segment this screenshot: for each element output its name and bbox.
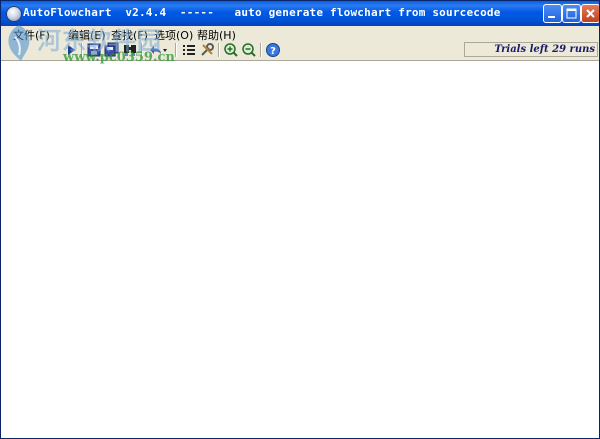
zoom-out-button[interactable]: [241, 42, 257, 58]
toolbar-separator: [175, 43, 177, 57]
toolbar-separator: [218, 43, 220, 57]
find-icon: [124, 45, 136, 56]
app-icon[interactable]: [6, 6, 22, 22]
trial-status-panel: Trials left 29 runs: [464, 42, 598, 57]
run-button[interactable]: [63, 42, 79, 58]
svg-text:?: ?: [270, 46, 276, 57]
minimize-icon: [548, 16, 555, 18]
trial-status: Trials left 29 runs: [494, 44, 595, 55]
zoom-in-icon: [224, 43, 238, 57]
save-icon: [87, 43, 101, 57]
toolbar-separator: [81, 43, 83, 57]
undo-button[interactable]: [147, 42, 169, 58]
title-bar[interactable]: AutoFlowchart v2.4.4 ----- auto generate…: [1, 1, 599, 26]
zoom-out-icon: [242, 43, 256, 57]
zoom-in-button[interactable]: [223, 42, 239, 58]
toolbar: ? Trials left 29 runs: [1, 41, 599, 61]
app-window: AutoFlowchart v2.4.4 ----- auto generate…: [0, 0, 600, 439]
help-button[interactable]: ?: [265, 42, 281, 58]
maximize-button[interactable]: [562, 4, 581, 23]
save-all-icon: [104, 42, 119, 57]
minimize-button[interactable]: [543, 4, 562, 23]
toolbar-separator: [141, 43, 143, 57]
close-icon: [586, 9, 595, 18]
save-all-button[interactable]: [104, 42, 120, 58]
list-icon: [183, 45, 195, 55]
run-icon: [68, 45, 75, 55]
maximize-icon: [566, 8, 577, 19]
toolbar-separator: [260, 43, 262, 57]
list-button[interactable]: [181, 42, 197, 58]
undo-icon: [150, 46, 167, 54]
close-button[interactable]: [581, 4, 599, 23]
tools-icon: [201, 43, 214, 56]
help-icon: ?: [266, 43, 280, 57]
window-title: AutoFlowchart v2.4.4 ----- auto generate…: [23, 6, 501, 19]
menu-bar: 文件(F) 编辑(E) 查找(F) 选项(O) 帮助(H): [1, 26, 599, 42]
tools-button[interactable]: [199, 42, 215, 58]
find-button[interactable]: [122, 42, 138, 58]
save-button[interactable]: [86, 42, 102, 58]
flowchart-canvas[interactable]: [1, 61, 599, 438]
